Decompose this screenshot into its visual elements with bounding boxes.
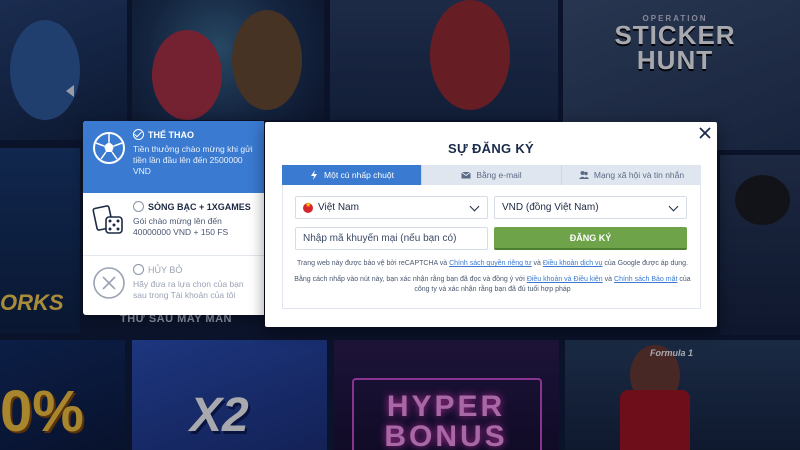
bonus-option-cancel[interactable]: HỦY BỎ Hãy đưa ra lựa chọn của bạn sau t… [83,256,264,315]
registration-modal: SỰ ĐĂNG KÝ Một cú nhấp chuột Bằng e-mail… [265,122,717,327]
bonus-description: Tiền thưởng chào mừng khi gửi tiền lần đ… [133,144,253,176]
privacy-policy-link[interactable]: Chính sách quyền riêng tư [449,260,532,267]
modal-title: SỰ ĐĂNG KÝ [447,141,534,156]
users-icon [578,171,589,179]
bonus-option-sports[interactable]: THỂ THAO Tiền thưởng chào mừng khi gửi t… [83,121,264,193]
promo-code-field[interactable] [295,227,488,250]
envelope-icon [461,171,472,179]
cancel-x-icon [93,267,125,299]
currency-select[interactable]: VND (đồng Việt Nam) [494,196,687,219]
tab-social[interactable]: Mạng xã hội và tin nhắn [562,165,701,185]
bonus-description: Gói chào mừng lên đến 40000000 VND + 150… [133,216,229,237]
registration-form: Việt Nam VND (đồng Việt Nam) ĐĂNG KÝ Tra… [282,185,701,309]
vietnam-flag-icon [303,201,313,213]
radio-unchecked-icon[interactable] [133,264,144,275]
tab-one-click[interactable]: Một cú nhấp chuột [282,165,422,185]
terms-agreement-notice: Bằng cách nhấp vào nút này, bạn xác nhận… [294,276,691,293]
registration-tabs: Một cú nhấp chuột Bằng e-mail Mạng xã hộ… [282,165,701,185]
bonus-description: Hãy đưa ra lựa chọn của bạn sau trong Tà… [133,279,244,300]
register-button[interactable]: ĐĂNG KÝ [494,227,687,250]
country-select[interactable]: Việt Nam [295,196,488,219]
close-icon[interactable] [698,126,712,140]
recaptcha-notice: Trang web này được bảo vệ bởi reCAPTCHA … [296,260,689,267]
terms-of-service-link[interactable]: Điều khoản dịch vụ [543,260,603,267]
terms-and-conditions-link[interactable]: Điều khoản và Điều kiện [527,276,603,283]
promo-code-input[interactable] [303,233,487,244]
soccer-ball-icon [93,132,125,164]
casino-dice-cards-icon [92,205,123,234]
tab-email[interactable]: Bằng e-mail [422,165,562,185]
lightning-icon [311,170,318,180]
radio-checked-icon[interactable] [133,129,144,140]
bonus-selection-panel: THỂ THAO Tiền thưởng chào mừng khi gửi t… [83,121,264,315]
security-policy-link[interactable]: Chính sách Bảo mật [614,276,677,283]
radio-unchecked-icon[interactable] [133,201,144,212]
bonus-option-casino[interactable]: SÒNG BẠC + 1XGAMES Gói chào mừng lên đến… [83,193,264,256]
